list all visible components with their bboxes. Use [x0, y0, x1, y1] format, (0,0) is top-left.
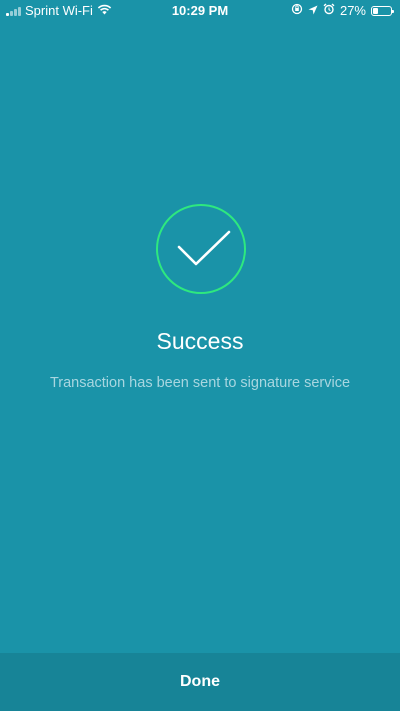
location-icon	[308, 3, 318, 18]
success-message: Transaction has been sent to signature s…	[49, 375, 351, 391]
status-bar: Sprint Wi-Fi 10:29 PM 27%	[0, 0, 400, 22]
battery-level	[373, 7, 378, 14]
battery-icon	[371, 5, 394, 16]
screen-rotation-lock-icon	[291, 3, 303, 18]
battery-percent: 27%	[339, 3, 366, 18]
alarm-icon	[323, 3, 335, 18]
success-title: Success	[156, 328, 244, 354]
status-bar-right: 27%	[291, 3, 394, 18]
done-button[interactable]: Done	[0, 653, 400, 711]
checkmark-icon	[177, 230, 231, 266]
success-checkmark-circle	[156, 204, 246, 294]
